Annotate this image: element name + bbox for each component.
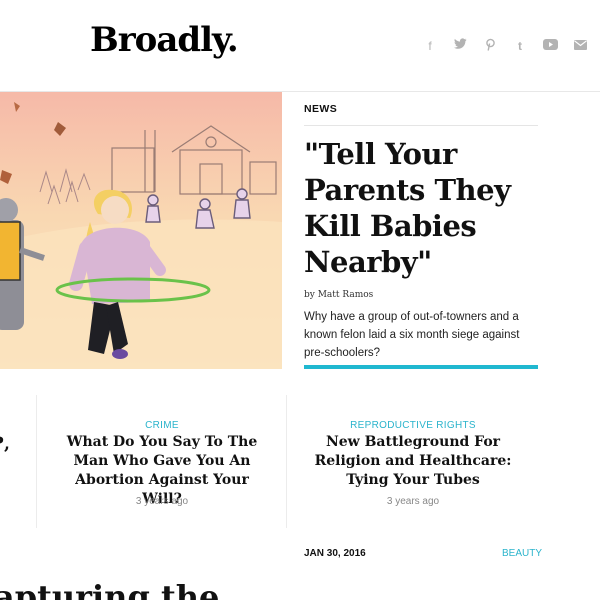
site-logo[interactable]: Broadly. [90,20,239,60]
tumblr-icon[interactable]: t [512,38,528,54]
partial-article-card[interactable]: ?, , [0,395,37,528]
card-timestamp: 3 years ago [135,496,189,507]
article-date: JAN 30, 2016 [304,548,366,559]
hero-illustration[interactable] [0,92,282,369]
twitter-icon[interactable] [452,38,468,54]
hero-byline: by Matt Ramos [304,290,374,300]
pinterest-icon[interactable] [482,38,498,54]
hero-summary: Why have a group of out-of-towners and a… [304,311,520,359]
youtube-icon[interactable] [542,38,558,54]
article-card[interactable]: REPRODUCTIVE RIGHTS New Battleground For… [288,395,538,528]
hero-accent-bar [304,365,538,369]
article-category[interactable]: BEAUTY [502,548,542,559]
hero-article: NEWS "Tell Your Parents They Kill Babies… [304,92,538,369]
mail-icon[interactable] [572,38,588,54]
hero-headline[interactable]: "Tell Your Parents They Kill Babies Near… [304,136,538,280]
card-title[interactable]: New Battleground For Religion and Health… [288,433,538,490]
card-category[interactable]: CRIME [38,420,286,431]
category-divider [304,125,538,126]
social-links: f t [422,38,588,54]
card-timestamp: 3 years ago [386,496,440,507]
site-header: Broadly. f t [0,0,600,92]
hero-illustration-art [0,92,282,369]
article-card[interactable]: CRIME What Do You Say To The Man Who Gav… [38,395,287,528]
hero-category[interactable]: NEWS [304,103,337,115]
partial-card-title: ?, , [0,434,10,454]
card-category[interactable]: REPRODUCTIVE RIGHTS [288,420,538,431]
facebook-icon[interactable]: f [422,38,438,54]
article-headline[interactable]: apturing the [0,578,219,600]
